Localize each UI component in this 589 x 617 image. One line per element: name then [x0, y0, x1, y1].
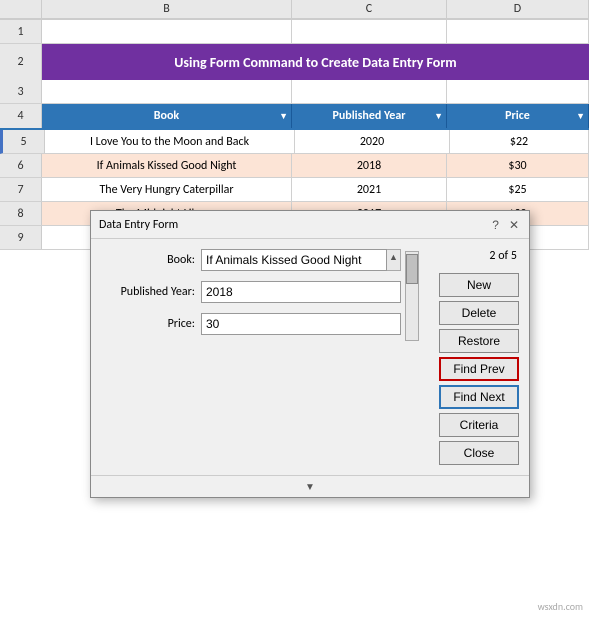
table-row[interactable]: 7 The Very Hungry Caterpillar 2021 $25: [0, 178, 589, 202]
book-input[interactable]: [201, 249, 387, 271]
year-input[interactable]: [201, 281, 401, 303]
record-count: 2 of 5: [429, 249, 519, 263]
th-year[interactable]: Published Year ▼: [292, 104, 447, 128]
price-input[interactable]: [201, 313, 401, 335]
price-field-row: Price:: [101, 313, 401, 335]
year-input-wrap: [201, 281, 401, 303]
cell-7-d[interactable]: $25: [447, 178, 589, 201]
dialog-buttons: 2 of 5 New Delete Restore Find Prev Find…: [429, 249, 519, 465]
cell-1-d[interactable]: [447, 20, 589, 43]
row-3: 3: [0, 80, 589, 104]
criteria-button[interactable]: Criteria: [439, 413, 519, 437]
year-field-label: Published Year:: [101, 285, 201, 299]
cell-6-d[interactable]: $30: [447, 154, 589, 177]
scroll-down-icon: ▼: [305, 480, 315, 493]
dialog-title: Data Entry Form: [99, 218, 178, 232]
th-book-dropdown-icon[interactable]: ▼: [279, 111, 288, 122]
row-1: 1: [0, 20, 589, 44]
price-field-label: Price:: [101, 317, 201, 331]
cell-7-c[interactable]: 2021: [292, 178, 447, 201]
th-book-label: Book: [154, 109, 179, 123]
col-header-c: C: [292, 0, 447, 19]
row-num-8: 8: [0, 202, 42, 225]
scrollbar-thumb: [406, 254, 418, 284]
row-num-1: 1: [0, 20, 42, 43]
cell-1-c[interactable]: [292, 20, 447, 43]
th-price-label: Price: [505, 109, 530, 123]
dialog-body: Book: ▲ Published Year: Price:: [91, 239, 529, 475]
cell-3-c[interactable]: [292, 80, 447, 103]
book-field-scroll-up[interactable]: ▲: [387, 249, 401, 271]
th-book[interactable]: Book ▼: [42, 104, 292, 128]
cell-6-b[interactable]: If Animals Kissed Good Night: [42, 154, 292, 177]
price-input-wrap: [201, 313, 401, 335]
dialog-close-x-button[interactable]: ✕: [507, 218, 521, 232]
book-field-label: Book:: [101, 253, 201, 267]
th-price[interactable]: Price ▼: [447, 104, 589, 128]
cell-3-d[interactable]: [447, 80, 589, 103]
row-num-7: 7: [0, 178, 42, 201]
row-num-4: 4: [0, 104, 42, 128]
cell-5-c[interactable]: 2020: [295, 130, 450, 153]
column-headers: B C D: [0, 0, 589, 20]
dialog-help-button[interactable]: ?: [490, 218, 501, 232]
row-num-6: 6: [0, 154, 42, 177]
col-header-d: D: [447, 0, 589, 19]
cell-7-b[interactable]: The Very Hungry Caterpillar: [42, 178, 292, 201]
close-button[interactable]: Close: [439, 441, 519, 465]
cell-5-d[interactable]: $22: [450, 130, 589, 153]
cell-5-b[interactable]: I Love You to the Moon and Back: [45, 130, 295, 153]
restore-button[interactable]: Restore: [439, 329, 519, 353]
cell-6-c[interactable]: 2018: [292, 154, 447, 177]
dialog-titlebar: Data Entry Form ? ✕: [91, 211, 529, 239]
book-field-row: Book: ▲: [101, 249, 401, 271]
corner-cell: [0, 0, 42, 19]
cell-1-b[interactable]: [42, 20, 292, 43]
year-field-row: Published Year:: [101, 281, 401, 303]
book-input-wrap: ▲: [201, 249, 401, 271]
row-num-9: 9: [0, 226, 42, 249]
cell-3-b[interactable]: [42, 80, 292, 103]
row-2: 2 Using Form Command to Create Data Entr…: [0, 44, 589, 80]
dialog-bottom-scrollbar[interactable]: ▼: [91, 475, 529, 497]
col-header-b: B: [42, 0, 292, 19]
row-num-2: 2: [0, 44, 42, 80]
dialog-fields: Book: ▲ Published Year: Price:: [101, 249, 401, 465]
watermark: wsxdn.com: [538, 600, 583, 613]
table-row[interactable]: 6 If Animals Kissed Good Night 2018 $30: [0, 154, 589, 178]
data-entry-dialog: Data Entry Form ? ✕ Book: ▲ Publishe: [90, 210, 530, 498]
new-button[interactable]: New: [439, 273, 519, 297]
dialog-left-section: Book: ▲ Published Year: Price:: [101, 249, 419, 465]
table-row[interactable]: 5 I Love You to the Moon and Back 2020 $…: [0, 130, 589, 154]
dialog-controls: ? ✕: [490, 218, 521, 232]
th-year-dropdown-icon[interactable]: ▼: [434, 111, 443, 122]
th-year-label: Published Year: [332, 109, 405, 123]
find-prev-button[interactable]: Find Prev: [439, 357, 519, 381]
delete-button[interactable]: Delete: [439, 301, 519, 325]
find-next-button[interactable]: Find Next: [439, 385, 519, 409]
spreadsheet-title: Using Form Command to Create Data Entry …: [42, 44, 589, 80]
row-num-3: 3: [0, 80, 42, 103]
th-price-dropdown-icon[interactable]: ▼: [576, 111, 585, 122]
table-header-row: 4 Book ▼ Published Year ▼ Price ▼: [0, 104, 589, 130]
row-num-5: 5: [3, 130, 45, 153]
dialog-field-scrollbar[interactable]: [405, 251, 419, 341]
